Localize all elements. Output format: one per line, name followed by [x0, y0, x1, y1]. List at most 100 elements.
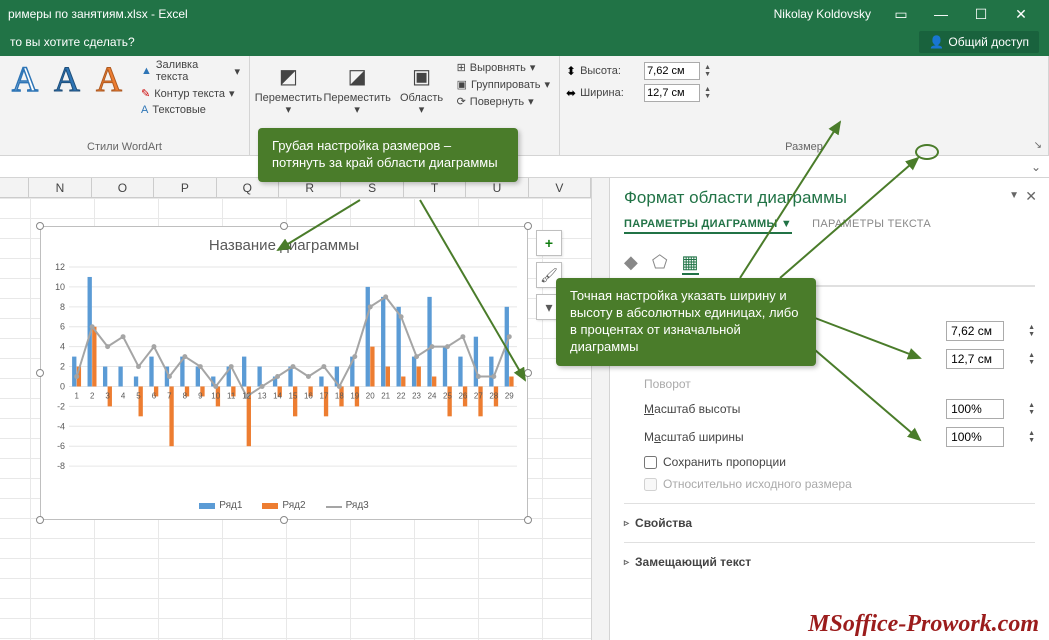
alttext-section[interactable]: ▹Замещающий текст	[624, 542, 1035, 581]
properties-section[interactable]: ▹Свойства	[624, 503, 1035, 542]
relative-row: Относительно исходного размера	[624, 473, 1035, 495]
chart-object[interactable]: Название диаграммы -8-6-4-20246810121234…	[40, 226, 528, 520]
minimize-icon[interactable]: —	[921, 6, 961, 22]
legend-item[interactable]: Ряд1	[199, 500, 242, 511]
svg-text:-2: -2	[57, 401, 65, 411]
resize-handle[interactable]	[524, 369, 532, 377]
resize-handle[interactable]	[524, 516, 532, 524]
svg-text:21: 21	[381, 391, 390, 400]
align-button[interactable]: ⊞Выровнять▾	[454, 60, 553, 75]
resize-handle[interactable]	[524, 222, 532, 230]
pane-width-input[interactable]	[946, 349, 1004, 369]
tab-text-params[interactable]: Параметры текста	[812, 218, 931, 234]
ribbon-height-input[interactable]	[644, 62, 700, 80]
chart-title[interactable]: Название диаграммы	[41, 227, 527, 258]
svg-text:16: 16	[304, 391, 313, 400]
svg-text:-4: -4	[57, 421, 65, 431]
pane-height-input[interactable]	[946, 321, 1004, 341]
selection-pane-button[interactable]: ▣Область▾	[394, 58, 450, 118]
spinner-icon[interactable]: ▲▼	[1028, 324, 1035, 338]
height-icon: ⬍	[566, 64, 576, 78]
wordart-style-2[interactable]: A	[48, 58, 86, 100]
spinner-icon[interactable]: ▲▼	[704, 64, 711, 78]
svg-text:12: 12	[242, 391, 251, 400]
svg-text:24: 24	[428, 391, 437, 400]
resize-handle[interactable]	[36, 516, 44, 524]
rotate-icon: ⟳	[457, 95, 466, 108]
vertical-scrollbar[interactable]	[591, 178, 609, 640]
fill-line-tab-icon[interactable]: ◆	[624, 252, 638, 275]
spinner-icon[interactable]: ▲▼	[704, 86, 711, 100]
svg-text:7: 7	[167, 391, 172, 400]
svg-text:3: 3	[105, 391, 110, 400]
close-icon[interactable]: ✕	[1001, 6, 1041, 23]
tellme-prompt[interactable]: то вы хотите сделать?	[10, 35, 135, 49]
workspace: N O P Q R S T U V Название диаграммы -8-…	[0, 178, 1049, 640]
wordart-group: A A A ▲Заливка текста▾ ✎Контур текста▾ A…	[0, 56, 250, 155]
spinner-icon[interactable]: ▲▼	[1028, 402, 1035, 416]
col-header[interactable]: O	[92, 178, 154, 197]
maximize-icon[interactable]: ☐	[961, 6, 1001, 23]
ribbon-width-input[interactable]	[644, 84, 700, 102]
svg-text:2: 2	[60, 362, 65, 372]
window-title: римеры по занятиям.xlsx - Excel	[8, 7, 774, 21]
size-tab-icon[interactable]: ▦	[682, 252, 699, 275]
chart-elements-button[interactable]: +	[536, 230, 562, 256]
formula-bar[interactable]: ⌄	[0, 156, 1049, 178]
size-group: ⬍ Высота: ▲▼ ⬌ Ширина: ▲▼ Размер ↘ ˆ	[560, 56, 1049, 155]
col-header[interactable]: V	[529, 178, 591, 197]
wordart-style-1[interactable]: A	[6, 58, 44, 100]
resize-handle[interactable]	[36, 369, 44, 377]
text-outline-button[interactable]: ✎Контур текста▾	[138, 86, 243, 101]
pane-scale-width-input[interactable]	[946, 427, 1004, 447]
text-effects-button[interactable]: AТекстовые	[138, 103, 243, 117]
spinner-icon[interactable]: ▲▼	[1028, 430, 1035, 444]
resize-handle[interactable]	[280, 516, 288, 524]
user-name[interactable]: Nikolay Koldovsky	[774, 7, 871, 21]
ribbon-options-icon[interactable]: ▭	[881, 6, 921, 23]
svg-text:-6: -6	[57, 441, 65, 451]
sheet-area[interactable]: N O P Q R S T U V Название диаграммы -8-…	[0, 178, 591, 640]
svg-text:2: 2	[90, 391, 95, 400]
svg-text:8: 8	[60, 302, 65, 312]
align-icon: ⊞	[457, 61, 466, 74]
ribbon: A A A ▲Заливка текста▾ ✎Контур текста▾ A…	[0, 56, 1049, 156]
svg-text:20: 20	[366, 391, 375, 400]
tab-diagram-params[interactable]: Параметры диаграммы ▼	[624, 218, 792, 234]
resize-handle[interactable]	[36, 222, 44, 230]
ribbon-width-row: ⬌ Ширина: ▲▼	[566, 84, 711, 102]
svg-text:5: 5	[136, 391, 141, 400]
watermark: MSoffice-Prowork.com	[808, 611, 1039, 638]
pane-scale-height-input[interactable]	[946, 399, 1004, 419]
chart-plot-area[interactable]: -8-6-4-202468101212345678910111213141516…	[69, 267, 517, 466]
wordart-style-3[interactable]: A	[90, 58, 128, 100]
lock-aspect-row[interactable]: Сохранить пропорции	[624, 451, 1035, 473]
col-header[interactable]: N	[29, 178, 91, 197]
legend-item[interactable]: Ряд3	[326, 500, 369, 511]
col-header[interactable]: P	[154, 178, 216, 197]
lock-aspect-checkbox[interactable]	[644, 456, 657, 469]
effects-tab-icon[interactable]: ⬠	[652, 252, 668, 275]
pane-options-icon[interactable]: ▼	[1009, 190, 1019, 201]
chart-legend[interactable]: Ряд1 Ряд2 Ряд3	[41, 500, 527, 511]
effects-icon: A	[141, 104, 148, 116]
legend-item[interactable]: Ряд2	[262, 500, 305, 511]
send-backward-button[interactable]: ◪Переместить▾	[325, 58, 390, 118]
bring-forward-icon: ◩	[272, 60, 304, 92]
prop-scale-height: Масштаб высоты ▲▼	[624, 395, 1035, 423]
resize-handle[interactable]	[280, 222, 288, 230]
rotate-button[interactable]: ⟳Повернуть▾	[454, 94, 553, 109]
expand-icon[interactable]: ⌄	[1031, 160, 1041, 174]
text-fill-button[interactable]: ▲Заливка текста▾	[138, 58, 243, 84]
col-header[interactable]	[0, 178, 29, 197]
svg-text:1: 1	[75, 391, 80, 400]
bring-forward-button[interactable]: ◩Переместить▾	[256, 58, 321, 118]
ribbon-height-row: ⬍ Высота: ▲▼	[566, 62, 711, 80]
share-button[interactable]: 👤 Общий доступ	[919, 31, 1039, 53]
prop-rotation: Поворот	[624, 373, 1035, 395]
group-button[interactable]: ▣Группировать▾	[454, 77, 553, 92]
svg-text:6: 6	[60, 322, 65, 332]
spinner-icon[interactable]: ▲▼	[1028, 352, 1035, 366]
size-dialog-launcher[interactable]: ↘	[1034, 140, 1042, 151]
pane-close-icon[interactable]: ✕	[1025, 188, 1037, 205]
